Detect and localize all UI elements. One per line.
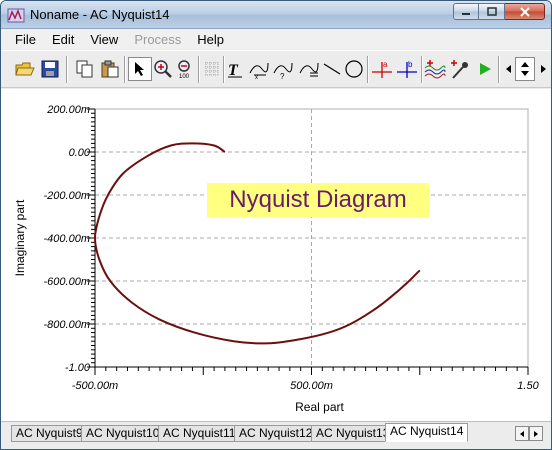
paste-icon [101, 60, 119, 78]
plot-annotation[interactable]: Nyquist Diagram [207, 183, 429, 217]
scroll-left-icon [506, 65, 511, 73]
measure-button[interactable]: x̄ [247, 57, 271, 81]
cursor-b-icon: b [397, 60, 417, 78]
circle-button[interactable] [342, 57, 366, 81]
run-button[interactable] [473, 57, 497, 81]
tab-right-icon [534, 430, 538, 437]
cursor-b-button[interactable]: b [395, 57, 419, 81]
pointer-button[interactable] [128, 57, 152, 81]
zoom-100-button[interactable]: 100 [174, 57, 198, 81]
cursor-a-icon: a [372, 60, 392, 78]
svg-text:x̄: x̄ [255, 75, 258, 79]
waveform-add-icon [424, 60, 446, 79]
y-tick-label: 0.00 [69, 147, 91, 159]
scroll-left-button[interactable] [501, 57, 515, 81]
text-icon: T [228, 62, 242, 78]
menu-bar: File Edit View Process Help [1, 29, 551, 49]
minimize-button[interactable] [453, 3, 479, 20]
copy-icon [76, 60, 93, 78]
app-window: Noname - AC Nyquist14 File Edit View Pro… [0, 0, 552, 450]
svg-text:100: 100 [179, 74, 190, 79]
measure-icon: x̄ [249, 62, 269, 79]
menu-view[interactable]: View [82, 32, 126, 47]
y-tick-label: -400.00m [44, 233, 90, 245]
nyquist-curve[interactable] [93, 142, 421, 345]
scroll-right-button[interactable] [537, 57, 551, 81]
menu-file[interactable]: File [7, 32, 44, 47]
measure-query-icon: ? [273, 62, 293, 79]
tab-strip: AC Nyquist9 AC Nyquist10 AC Nyquist11 AC… [1, 421, 551, 449]
y-tick-label: -1.00 [65, 362, 91, 374]
tab-ac-nyquist12[interactable]: AC Nyquist12 [234, 425, 318, 442]
open-button[interactable] [13, 57, 37, 81]
paste-button[interactable] [98, 57, 122, 81]
x-tick-label: 500.00m [290, 380, 333, 392]
tab-ac-nyquist10[interactable]: AC Nyquist10 [81, 425, 165, 442]
save-button[interactable] [38, 57, 62, 81]
title-bar[interactable]: Noname - AC Nyquist14 [1, 1, 551, 29]
pointer-icon [135, 62, 144, 76]
measure-query-button[interactable]: ? [271, 57, 295, 81]
zoom-in-icon [154, 60, 172, 78]
cursor-a-button[interactable]: a [370, 57, 394, 81]
zoom-in-button[interactable] [151, 57, 175, 81]
tab-ac-nyquist13[interactable]: AC Nyquist13 [311, 425, 395, 442]
nyquist-chart[interactable]: 200.00m 0.00 -200.00m -400.00m -600.00m -800.… [1, 89, 551, 421]
tab-ac-nyquist14[interactable]: AC Nyquist14 [385, 423, 469, 442]
x-tick-label: 1.50 [517, 380, 539, 392]
x-axis-label: Real part [295, 400, 344, 414]
close-icon [519, 6, 530, 17]
window-title: Noname - AC Nyquist14 [30, 7, 170, 22]
line-button[interactable] [320, 57, 344, 81]
maximize-button[interactable] [479, 3, 505, 20]
grid-icon [205, 62, 219, 76]
circle-icon [345, 60, 363, 78]
tab-scroll-right-button[interactable] [529, 426, 543, 441]
waveform-add-button[interactable] [423, 57, 447, 81]
text-button[interactable]: T [223, 57, 247, 81]
close-button[interactable] [505, 3, 545, 20]
tab-ac-nyquist11[interactable]: AC Nyquist11 [158, 425, 241, 442]
spin-button[interactable] [515, 57, 535, 81]
svg-text:?: ? [280, 72, 285, 79]
probe-button[interactable] [448, 57, 472, 81]
scroll-right-icon [541, 65, 546, 73]
y-axis-label: Imaginary part [13, 199, 27, 276]
tab-ac-nyquist9[interactable]: AC Nyquist9 [11, 425, 88, 442]
open-icon [15, 62, 35, 76]
maximize-icon [486, 7, 497, 16]
y-tick-label: -800.00m [44, 319, 90, 331]
menu-process: Process [134, 31, 182, 47]
spin-icon [521, 62, 529, 76]
save-icon [41, 60, 59, 78]
probe-icon [451, 60, 468, 79]
tab-scroll-left-button[interactable] [515, 426, 529, 441]
plot-area[interactable]: 200.00m 0.00 -200.00m -400.00m -600.00m -800.… [1, 89, 551, 421]
marker-button[interactable] [297, 57, 321, 81]
svg-text:T: T [228, 62, 239, 78]
minimize-icon [462, 12, 470, 15]
app-icon [7, 8, 25, 23]
svg-text:a: a [383, 60, 388, 69]
y-tick-label: -600.00m [44, 276, 90, 288]
y-tick-label: -200.00m [44, 190, 90, 202]
grid-button[interactable] [200, 57, 224, 81]
toolbar: 100 T x̄ ? a b [1, 50, 551, 88]
menu-help[interactable]: Help [189, 32, 232, 47]
menu-edit[interactable]: Edit [44, 32, 82, 47]
zoom-100-icon: 100 [178, 60, 190, 79]
tab-left-icon [520, 430, 524, 437]
marker-icon [299, 62, 319, 77]
copy-button[interactable] [73, 57, 97, 81]
run-icon [480, 63, 491, 75]
svg-text:b: b [408, 60, 413, 69]
x-tick-label: -500.00m [72, 380, 118, 392]
y-tick-label: 200.00m [46, 104, 90, 116]
line-icon [323, 63, 341, 75]
